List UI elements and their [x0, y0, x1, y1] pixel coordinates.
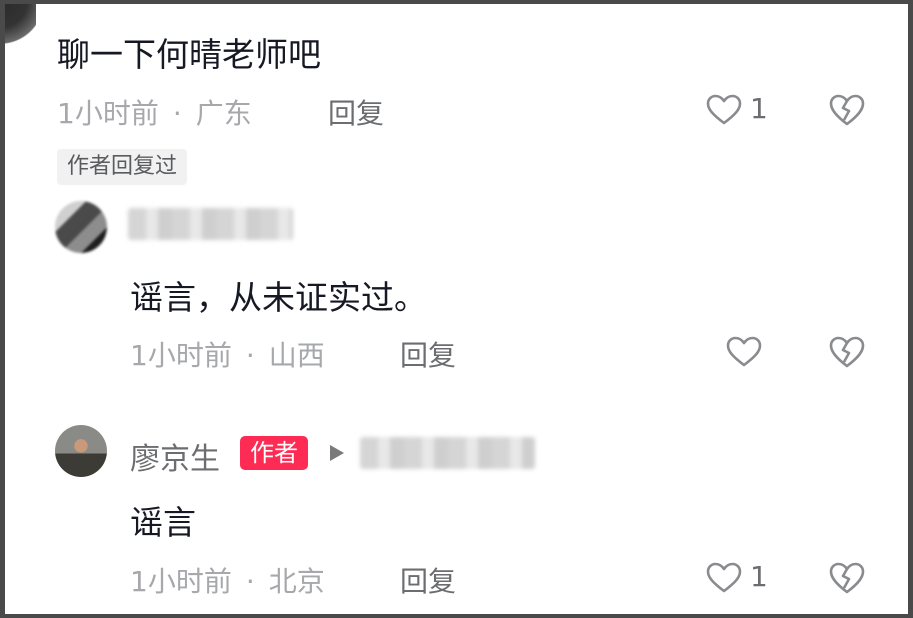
- author-reply-button[interactable]: 回复: [400, 560, 456, 600]
- commenter-avatar[interactable]: [0, 0, 36, 50]
- reply-time: 1小时前: [130, 339, 232, 372]
- reply-location: 山西: [268, 339, 325, 372]
- meta-separator: ·: [245, 565, 255, 598]
- meta-separator: ·: [172, 97, 182, 130]
- comment-time: 1小时前: [57, 97, 159, 130]
- heart-outline-icon[interactable]: [726, 336, 762, 368]
- comment-reply-button[interactable]: 回复: [328, 92, 384, 132]
- reply-button[interactable]: 回复: [400, 334, 456, 374]
- reply-text: 谣言，从未证实过。: [130, 278, 427, 317]
- author-replied-tag: 作者回复过: [57, 149, 188, 185]
- author-reply-time: 1小时前: [130, 565, 232, 598]
- blurred-reply-target[interactable]: [360, 437, 535, 469]
- blurred-username[interactable]: [128, 208, 293, 240]
- author-reply-text: 谣言: [130, 503, 196, 542]
- broken-heart-icon[interactable]: [829, 335, 865, 369]
- comment-meta: 1小时前 · 广东: [57, 92, 252, 132]
- comment-text: 聊一下何晴老师吧: [57, 35, 321, 74]
- author-reply-meta: 1小时前 · 北京: [130, 560, 325, 600]
- author-reply-location: 北京: [268, 565, 325, 598]
- play-triangle-icon: [330, 445, 344, 461]
- heart-outline-icon[interactable]: [706, 562, 742, 594]
- like-count: 1: [750, 560, 768, 593]
- heart-outline-icon[interactable]: [706, 94, 742, 126]
- comment-location: 广东: [195, 97, 252, 130]
- like-count: 1: [750, 92, 768, 125]
- author-username[interactable]: 廖京生: [130, 434, 220, 478]
- reply-avatar[interactable]: [55, 201, 107, 253]
- reply-meta: 1小时前 · 山西: [130, 334, 325, 374]
- broken-heart-icon[interactable]: [829, 561, 865, 595]
- author-avatar[interactable]: [55, 425, 107, 477]
- author-badge: 作者: [240, 436, 308, 470]
- broken-heart-icon[interactable]: [829, 93, 865, 127]
- meta-separator: ·: [245, 339, 255, 372]
